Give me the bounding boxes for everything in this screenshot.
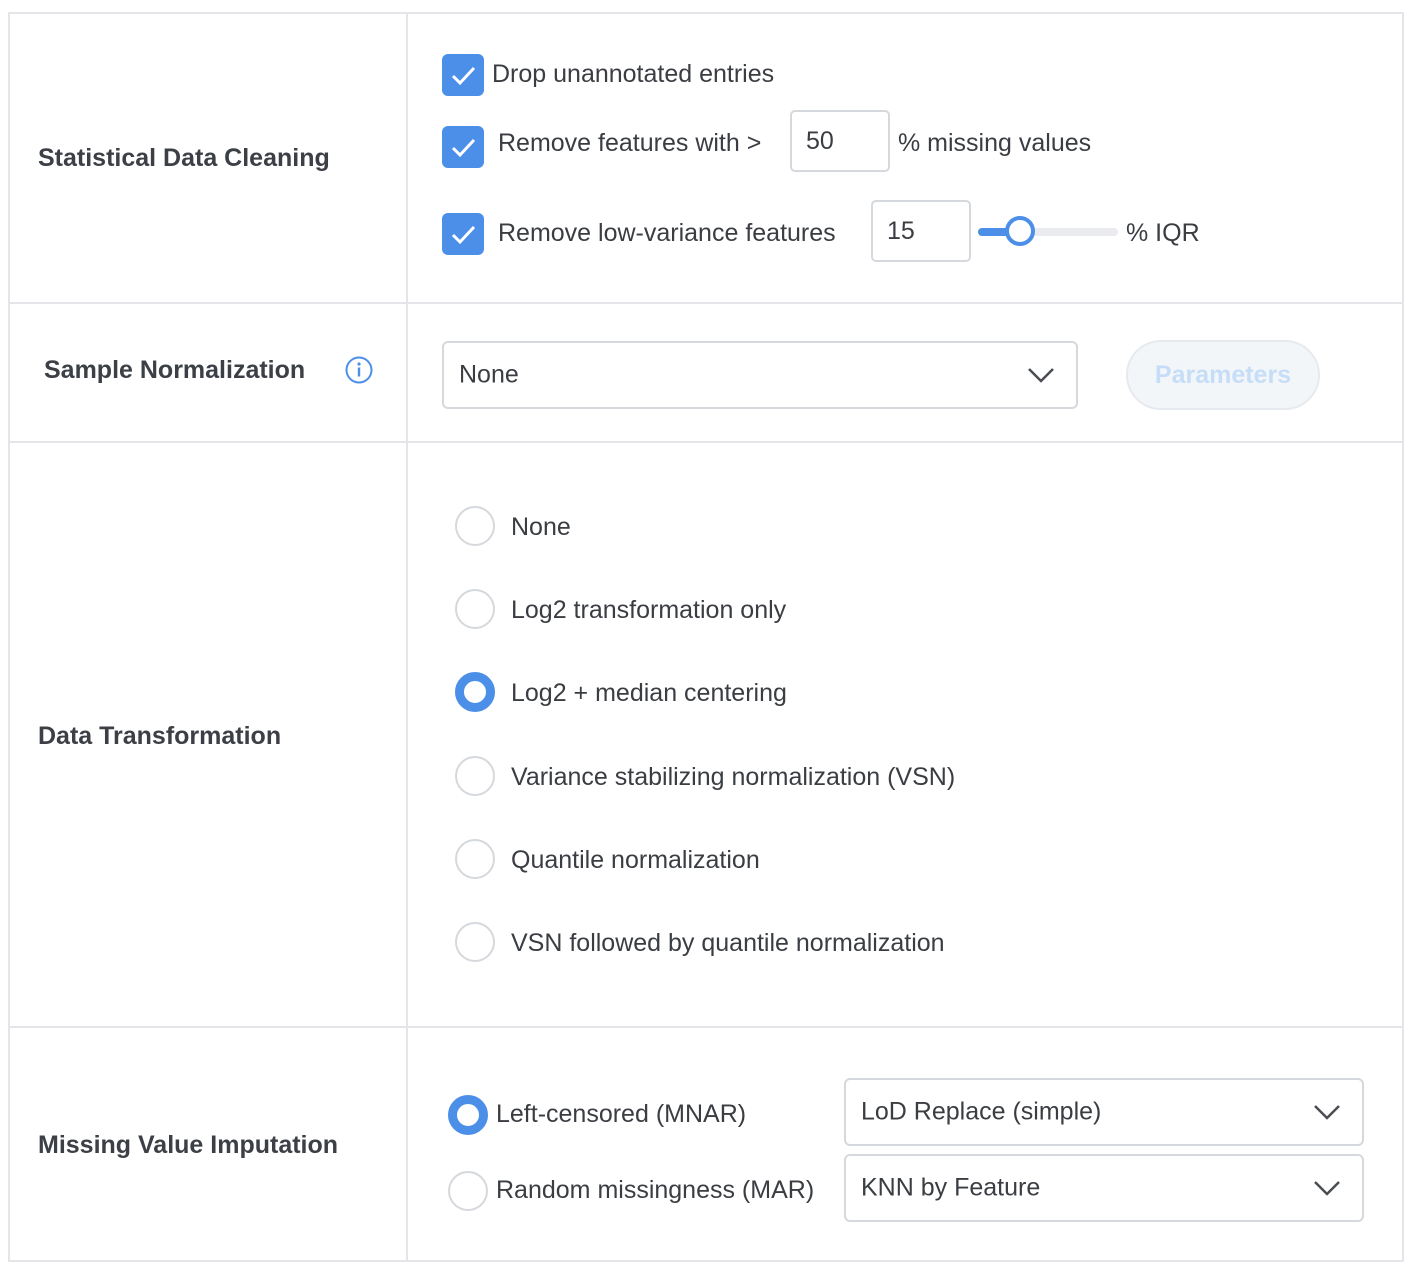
- check-icon: [451, 66, 476, 86]
- radio-transform-quantile[interactable]: [455, 839, 495, 879]
- radio-random-missingness-label: Random missingness (MAR): [496, 1176, 815, 1204]
- radio-transform-quantile-label: Quantile normalization: [511, 846, 760, 874]
- random-method-select[interactable]: KNN by Feature: [844, 1154, 1364, 1222]
- radio-transform-log2-label: Log2 transformation only: [511, 596, 787, 624]
- row-data-transformation: Data Transformation None Log2 transforma…: [10, 441, 1402, 1028]
- parameters-button[interactable]: Parameters: [1126, 340, 1320, 410]
- radio-transform-log2[interactable]: [455, 589, 495, 629]
- row-sample-normalization: Sample Normalization None Parameters: [10, 302, 1402, 443]
- random-method-value: KNN by Feature: [861, 1173, 1041, 1202]
- remove-low-variance-label: Remove low-variance features: [498, 219, 836, 247]
- radio-transform-none[interactable]: [455, 506, 495, 546]
- radio-left-censored[interactable]: [448, 1095, 488, 1135]
- radio-transform-log2-median[interactable]: [455, 672, 495, 712]
- normalization-selected-value: None: [459, 360, 519, 389]
- row-label-transformation: Data Transformation: [38, 722, 282, 750]
- normalization-select[interactable]: None: [442, 341, 1078, 409]
- chevron-down-icon: [1028, 368, 1054, 383]
- info-icon[interactable]: [344, 355, 374, 385]
- iqr-threshold-input[interactable]: [871, 200, 971, 262]
- drop-unannotated-checkbox[interactable]: [442, 54, 484, 96]
- left-censored-method-select[interactable]: LoD Replace (simple): [844, 1078, 1364, 1146]
- chevron-down-icon: [1314, 1181, 1340, 1196]
- chevron-down-icon: [1314, 1105, 1340, 1120]
- radio-transform-vsn-label: Variance stabilizing normalization (VSN): [511, 763, 956, 791]
- remove-missing-label: Remove features with >: [498, 129, 762, 157]
- row-label-normalization: Sample Normalization: [44, 356, 306, 384]
- missing-values-suffix: % missing values: [898, 129, 1092, 157]
- radio-left-censored-label: Left-censored (MNAR): [496, 1100, 747, 1128]
- check-icon: [451, 225, 476, 245]
- row-label-cleaning: Statistical Data Cleaning: [38, 144, 330, 172]
- radio-transform-vsn[interactable]: [455, 756, 495, 796]
- iqr-slider-thumb[interactable]: [1005, 216, 1035, 246]
- drop-unannotated-label: Drop unannotated entries: [492, 60, 775, 88]
- radio-transform-vsn-quantile-label: VSN followed by quantile normalization: [511, 929, 945, 957]
- remove-low-variance-checkbox[interactable]: [442, 213, 484, 255]
- row-label-imputation: Missing Value Imputation: [38, 1131, 339, 1159]
- left-censored-method-value: LoD Replace (simple): [861, 1097, 1102, 1126]
- radio-transform-log2-median-label: Log2 + median centering: [511, 679, 787, 707]
- iqr-suffix: % IQR: [1126, 219, 1200, 247]
- row-missing-value-imputation: Missing Value Imputation Left-censored (…: [10, 1026, 1402, 1260]
- preprocessing-panel: Statistical Data Cleaning Drop unannotat…: [8, 12, 1404, 1262]
- check-icon: [451, 138, 476, 158]
- radio-random-missingness[interactable]: [448, 1171, 488, 1211]
- radio-transform-vsn-quantile[interactable]: [455, 922, 495, 962]
- remove-missing-checkbox[interactable]: [442, 126, 484, 168]
- iqr-slider[interactable]: [978, 215, 1118, 249]
- radio-transform-none-label: None: [511, 513, 571, 541]
- row-statistical-data-cleaning: Statistical Data Cleaning Drop unannotat…: [10, 14, 1402, 304]
- missing-threshold-input[interactable]: [790, 110, 890, 172]
